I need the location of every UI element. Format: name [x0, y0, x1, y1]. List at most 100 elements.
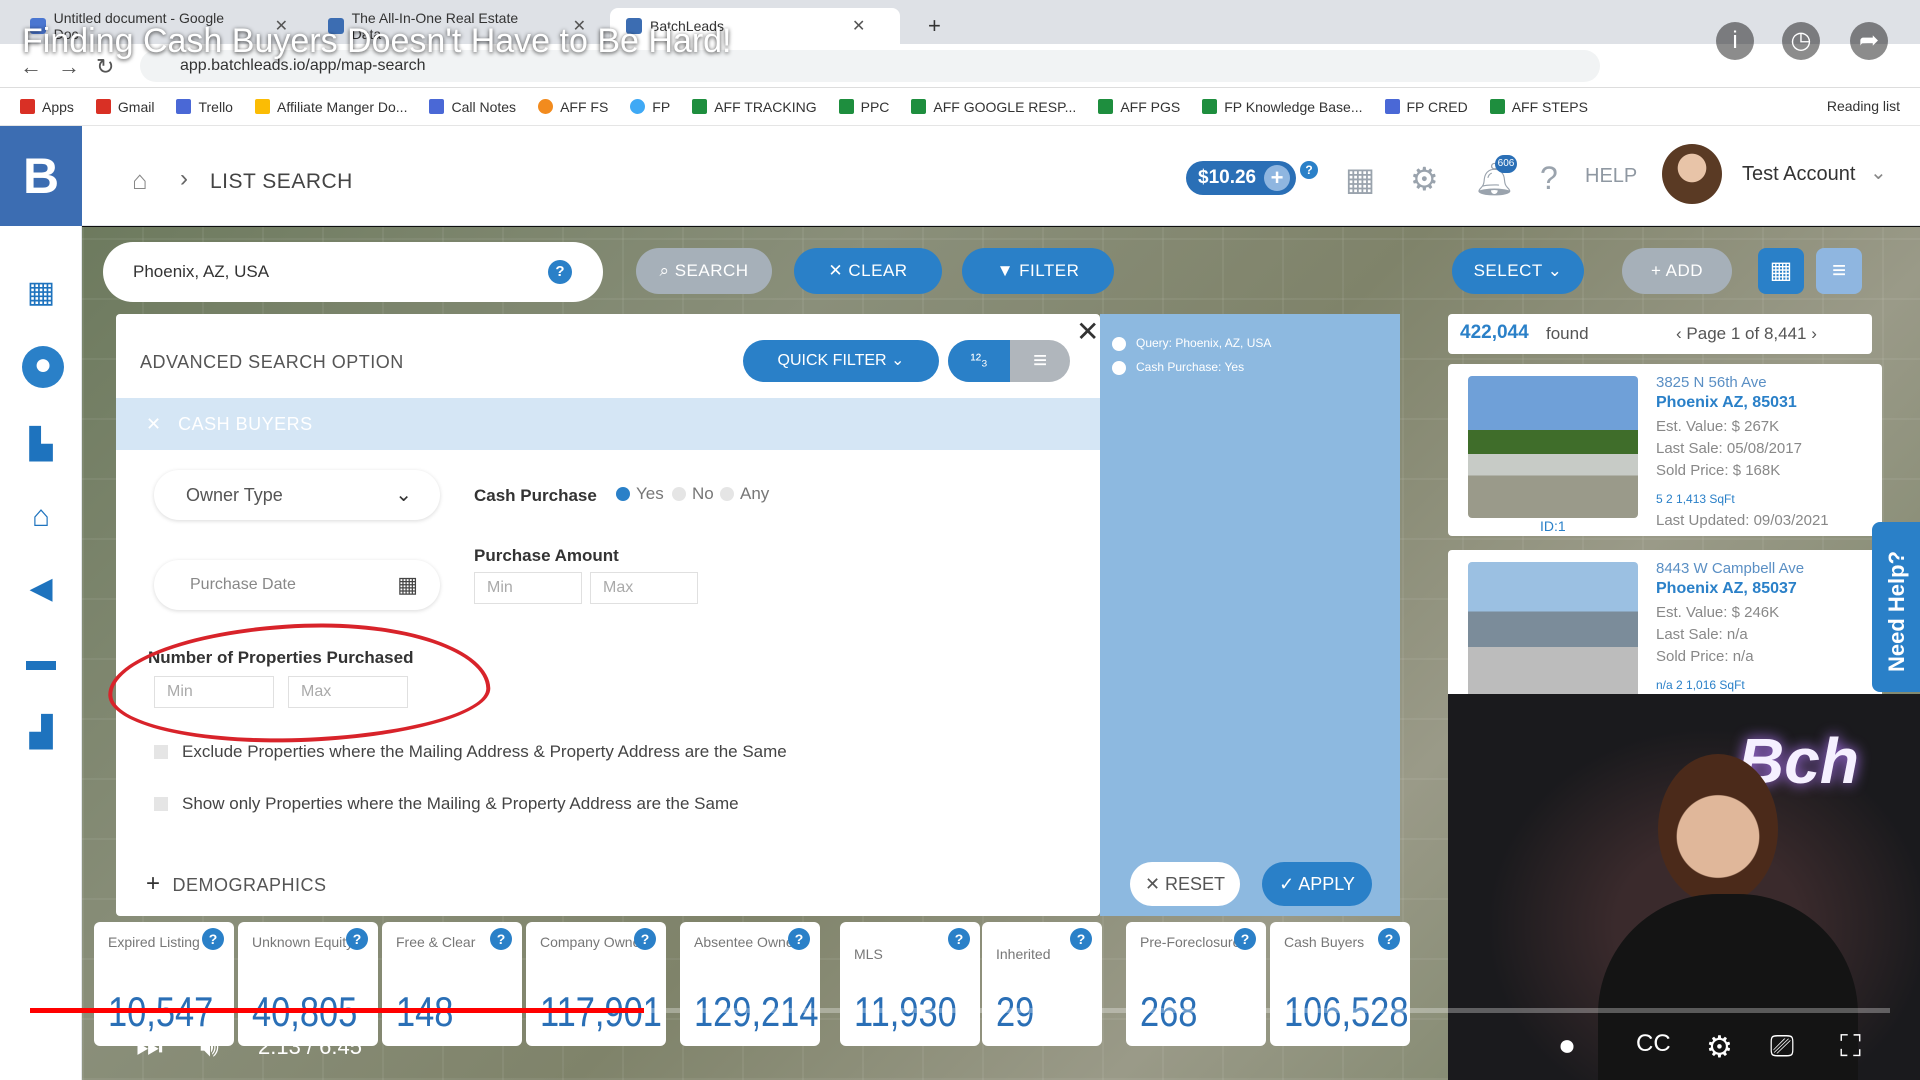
bookmark-apps[interactable]: Apps	[20, 99, 74, 115]
play-icon[interactable]: ▶	[56, 1030, 79, 1065]
query-cash-purchase[interactable]: Cash Purchase: Yes	[1111, 360, 1244, 375]
exclude-same-address-checkbox[interactable]: Exclude Properties where the Mailing Add…	[154, 742, 787, 762]
add-button[interactable]: + ADD	[1622, 248, 1732, 294]
bookmark-gmail[interactable]: Gmail	[95, 99, 154, 115]
need-help-tab[interactable]: Need Help?	[1872, 522, 1920, 692]
bookmark-aff-fs[interactable]: AFF FS	[538, 99, 608, 115]
stat-unknown-equity[interactable]: Unknown Equity? 40,805	[238, 922, 378, 1046]
property-address[interactable]: 3825 N 56th Ave	[1656, 374, 1767, 391]
clear-button[interactable]: ✕ CLEAR	[794, 248, 942, 294]
cash-buyers-section[interactable]: ✕ CASH BUYERS	[116, 398, 1100, 450]
bookmark-call-notes[interactable]: Call Notes	[429, 99, 516, 115]
video-title[interactable]: Finding Cash Buyers Doesn't Have to Be H…	[22, 22, 732, 61]
reset-button[interactable]: ✕ RESET	[1130, 862, 1240, 906]
stat-mls[interactable]: MLS? 11,930	[840, 922, 980, 1046]
property-address[interactable]: 8443 W Campbell Ave	[1656, 560, 1804, 577]
question-circle-icon[interactable]: ?	[1540, 160, 1558, 197]
help-icon[interactable]: ?	[1234, 928, 1256, 950]
next-page-icon[interactable]: ›	[1811, 324, 1817, 343]
bookmark-fp[interactable]: FP	[630, 99, 670, 115]
bar-chart-icon[interactable]: ▟	[22, 714, 60, 752]
credits-balance[interactable]: $10.26 +	[1186, 161, 1296, 195]
megaphone-icon[interactable]: ◀	[22, 570, 60, 608]
help-icon[interactable]: ?	[548, 260, 572, 284]
grid-view-icon[interactable]: ▦	[1758, 248, 1804, 294]
quick-filter-button[interactable]: QUICK FILTER ⌄	[743, 340, 939, 382]
help-link[interactable]: HELP	[1585, 165, 1637, 188]
chat-icon[interactable]: ▬	[22, 642, 60, 680]
home-search-icon[interactable]: ⌂	[22, 498, 60, 536]
bookmark-trello[interactable]: Trello	[176, 99, 233, 115]
buildings-icon[interactable]: ▙	[22, 426, 60, 464]
query-location[interactable]: Query: Phoenix, AZ, USA	[1111, 336, 1271, 351]
new-tab-icon[interactable]: +	[912, 8, 957, 44]
stat-company-owned[interactable]: Company Owned? 117,901	[526, 922, 666, 1046]
watch-later-icon[interactable]: ◷	[1782, 22, 1820, 60]
help-icon[interactable]: ?	[1300, 161, 1318, 179]
close-tab-icon[interactable]: ✕	[852, 16, 865, 36]
bookmark-aff-tracking[interactable]: AFF TRACKING	[692, 99, 817, 115]
purchase-date-input[interactable]: Purchase Date ▦	[154, 560, 440, 610]
settings-icon[interactable]: ⚙	[1706, 1030, 1733, 1065]
calendar-icon[interactable]: ▦	[397, 560, 418, 610]
volume-icon[interactable]: 🔊︎	[200, 1030, 219, 1064]
property-photo[interactable]	[1468, 376, 1638, 518]
help-icon[interactable]: ?	[202, 928, 224, 950]
share-icon[interactable]: ➦	[1850, 22, 1888, 60]
help-icon[interactable]: ?	[634, 928, 656, 950]
search-button[interactable]: ⌕ SEARCH	[636, 248, 772, 294]
property-card[interactable]: 3825 N 56th Ave Phoenix AZ, 85031 Est. V…	[1448, 364, 1882, 536]
purchase-amount-max[interactable]: Max	[590, 572, 698, 604]
show-only-same-address-checkbox[interactable]: Show only Properties where the Mailing &…	[154, 794, 739, 814]
next-icon[interactable]: ⏭	[136, 1030, 163, 1064]
bookmark-aff-pgs[interactable]: AFF PGS	[1098, 99, 1180, 115]
cash-purchase-yes[interactable]: Yes	[616, 484, 664, 504]
info-icon[interactable]: i	[1716, 22, 1754, 60]
gear-icon[interactable]: ⚙	[1410, 160, 1439, 198]
cast-icon[interactable]: ⎚	[1770, 1030, 1794, 1064]
avatar[interactable]	[1662, 144, 1722, 204]
list-view-icon[interactable]: ≡	[1816, 248, 1862, 294]
page-number-input[interactable]: 1	[1731, 324, 1740, 343]
chevron-down-icon[interactable]: ⌄	[1870, 160, 1887, 185]
bookmark-fp-kb[interactable]: FP Knowledge Base...	[1202, 99, 1363, 115]
help-icon[interactable]: ?	[346, 928, 368, 950]
demographics-toggle[interactable]: + DEMOGRAPHICS	[146, 870, 327, 898]
dashboard-icon[interactable]: ▦	[22, 274, 60, 312]
reading-list[interactable]: Reading list	[1827, 98, 1900, 114]
calendar-icon[interactable]: ▦	[1345, 160, 1375, 198]
map-pin-icon[interactable]: ●	[22, 346, 64, 388]
prev-page-icon[interactable]: ‹	[1676, 324, 1682, 343]
help-icon[interactable]: ?	[948, 928, 970, 950]
filter-button[interactable]: ▼ FILTER	[962, 248, 1114, 294]
help-icon[interactable]: ?	[1378, 928, 1400, 950]
close-panel-icon[interactable]: ✕	[1076, 315, 1099, 348]
progress-fill[interactable]	[30, 1008, 644, 1013]
home-icon[interactable]: ⌂	[132, 165, 148, 196]
bookmark-ppc[interactable]: PPC	[838, 99, 889, 115]
location-search-input[interactable]: Phoenix, AZ, USA	[103, 242, 603, 302]
sliders-icon[interactable]: ≡	[1010, 340, 1070, 382]
bookmark-fp-cred[interactable]: FP CRED	[1384, 99, 1468, 115]
batchleads-logo[interactable]: B	[0, 126, 82, 226]
purchase-amount-min[interactable]: Min	[474, 572, 582, 604]
stat-inherited[interactable]: Inherited? 29	[982, 922, 1102, 1046]
owner-type-select[interactable]: Owner Type ⌄	[154, 470, 440, 520]
apply-button[interactable]: ✓ APPLY	[1262, 862, 1372, 906]
select-button[interactable]: SELECT ⌄	[1452, 248, 1584, 294]
cash-purchase-no[interactable]: No	[672, 484, 714, 504]
autoplay-toggle-icon[interactable]: ⏺	[1560, 1030, 1574, 1063]
account-name[interactable]: Test Account	[1742, 163, 1855, 186]
stat-cash-buyers[interactable]: Cash Buyers? 106,528	[1270, 922, 1410, 1046]
help-icon[interactable]: ?	[1070, 928, 1092, 950]
stat-pre-foreclosures[interactable]: Pre-Foreclosures? 268	[1126, 922, 1266, 1046]
help-icon[interactable]: ?	[788, 928, 810, 950]
captions-icon[interactable]: CC	[1636, 1030, 1671, 1058]
cash-purchase-any[interactable]: Any	[720, 484, 769, 504]
stat-absentee-owners[interactable]: Absentee Owners? 129,214	[680, 922, 820, 1046]
bookmark-aff-steps[interactable]: AFF STEPS	[1489, 99, 1588, 115]
fullscreen-exit-icon[interactable]: ⛶	[1840, 1030, 1861, 1064]
stat-free-clear[interactable]: Free & Clear? 148	[382, 922, 522, 1046]
help-icon[interactable]: ?	[490, 928, 512, 950]
bookmark-aff-google[interactable]: AFF GOOGLE RESP...	[911, 99, 1076, 115]
